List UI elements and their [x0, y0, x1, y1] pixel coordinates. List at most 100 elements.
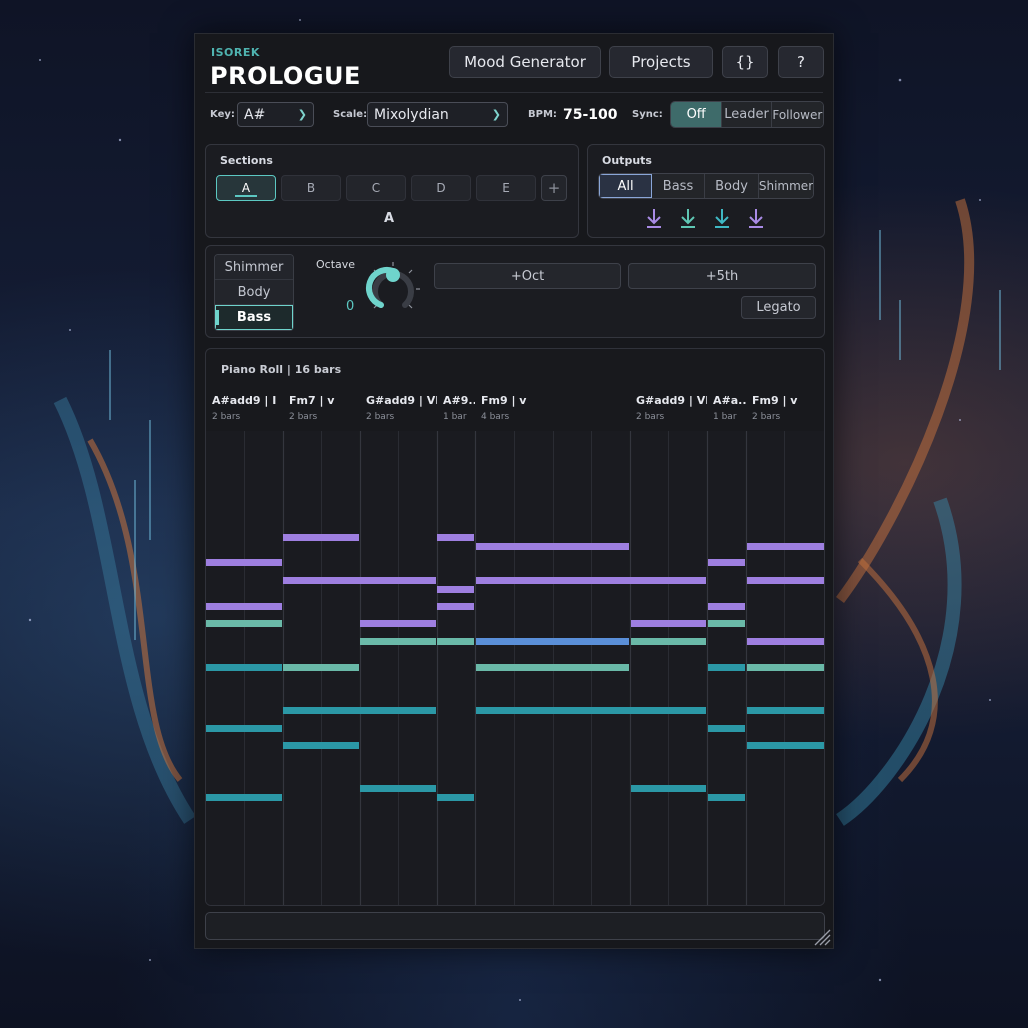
output-all-option[interactable]: All [599, 174, 652, 198]
note [747, 638, 824, 645]
status-bar [205, 912, 825, 940]
chord-label[interactable]: Fm9 | v 4 bars [475, 387, 630, 431]
help-button[interactable]: ? [778, 46, 824, 78]
chord-name: A#add9 | I [212, 394, 277, 407]
legato-button[interactable]: Legato [741, 296, 816, 319]
scale-label: Scale: [333, 109, 368, 120]
note-highlighted [476, 638, 629, 645]
note [708, 794, 745, 801]
note [437, 794, 474, 801]
chord-bars: 2 bars [636, 412, 665, 422]
chord-bars: 2 bars [752, 412, 781, 422]
note [206, 603, 282, 610]
outputs-toggle: All Bass Body Shimmer [598, 173, 814, 199]
key-label: Key: [210, 109, 235, 120]
download-all-icon[interactable] [644, 207, 664, 229]
vendor-label: ISOREK [211, 46, 260, 59]
note [283, 707, 436, 714]
mood-generator-button[interactable]: Mood Generator [449, 46, 601, 78]
note [437, 586, 474, 593]
chord-bars: 2 bars [212, 412, 241, 422]
chord-label[interactable]: G#add9 | VII 2 bars [630, 387, 707, 431]
note [283, 664, 359, 671]
note-grid[interactable] [206, 431, 825, 906]
header-divider [205, 92, 823, 93]
note [206, 794, 282, 801]
note [747, 664, 824, 671]
note [360, 785, 436, 792]
download-bass-icon[interactable] [678, 207, 698, 229]
bpm-label: BPM: [528, 109, 557, 120]
chord-label[interactable]: A#add9 | I 2 bars [206, 387, 283, 431]
piano-roll: Piano Roll | 16 bars A#add9 | I 2 bars F… [205, 348, 825, 906]
plus-fifth-button[interactable]: +5th [628, 263, 816, 289]
key-value: A# [244, 106, 266, 123]
sync-toggle: Off Leader Follower [670, 101, 824, 128]
chord-label[interactable]: Fm9 | v 2 bars [746, 387, 824, 431]
chord-label[interactable]: A#a... 1 bar [707, 387, 746, 431]
output-body-option[interactable]: Body [705, 174, 759, 198]
note [708, 559, 745, 566]
note [283, 577, 436, 584]
note [631, 620, 706, 627]
chevron-down-icon: ❯ [491, 108, 501, 121]
voice-panel: Shimmer Body Bass Octave 0 +Oct +5th Leg… [205, 245, 825, 338]
chevron-down-icon: ❯ [297, 108, 307, 121]
note [476, 664, 629, 671]
note [631, 638, 706, 645]
chord-header: A#add9 | I 2 bars Fm7 | v 2 bars G#add9 … [206, 387, 824, 431]
note [708, 620, 745, 627]
note [437, 638, 474, 645]
chord-label[interactable]: Fm7 | v 2 bars [283, 387, 360, 431]
chord-label[interactable]: G#add9 | VII 2 bars [360, 387, 437, 431]
chord-name: G#add9 | VII [636, 394, 707, 407]
note [631, 785, 706, 792]
projects-button[interactable]: Projects [609, 46, 713, 78]
chord-bars: 4 bars [481, 412, 510, 422]
sync-off-option[interactable]: Off [671, 102, 723, 127]
note [437, 603, 474, 610]
chord-name: A#9... [443, 394, 475, 407]
section-c-button[interactable]: C [346, 175, 406, 201]
key-select[interactable]: A# ❯ [237, 102, 314, 127]
chord-bars: 2 bars [289, 412, 318, 422]
voice-body-item[interactable]: Body [215, 280, 293, 305]
octave-label: Octave [316, 258, 356, 271]
sync-leader-option[interactable]: Leader [722, 102, 772, 127]
section-e-button[interactable]: E [476, 175, 536, 201]
section-d-button[interactable]: D [411, 175, 471, 201]
chord-bars: 1 bar [713, 412, 737, 422]
download-shimmer-icon[interactable] [746, 207, 766, 229]
add-section-button[interactable]: + [541, 175, 567, 201]
octave-knob[interactable] [364, 260, 422, 318]
chord-label[interactable]: A#9... 1 bar [437, 387, 475, 431]
current-section-label: A [384, 211, 395, 226]
note [476, 707, 706, 714]
note [708, 603, 745, 610]
sync-follower-option[interactable]: Follower [771, 102, 823, 127]
voice-bass-item[interactable]: Bass [215, 305, 293, 330]
note [360, 638, 436, 645]
resize-grip-icon[interactable] [813, 928, 831, 946]
note [206, 664, 282, 671]
plus-oct-button[interactable]: +Oct [434, 263, 621, 289]
note [476, 577, 706, 584]
output-bass-option[interactable]: Bass [652, 174, 705, 198]
note [206, 620, 282, 627]
chord-name: A#a... [713, 394, 746, 407]
octave-value: 0 [346, 299, 355, 314]
note [283, 742, 359, 749]
output-shimmer-option[interactable]: Shimmer [759, 174, 813, 198]
note [476, 543, 629, 550]
chord-bars: 2 bars [366, 412, 395, 422]
download-body-icon[interactable] [712, 207, 732, 229]
section-a-label: A [241, 181, 251, 195]
section-a-button[interactable]: A [216, 175, 276, 201]
plugin-window: ISOREK PROLOGUE Mood Generator Projects … [194, 33, 834, 949]
code-button[interactable]: {} [722, 46, 768, 78]
scale-select[interactable]: Mixolydian ❯ [367, 102, 508, 127]
outputs-title: Outputs [602, 154, 652, 167]
voice-shimmer-item[interactable]: Shimmer [215, 255, 293, 280]
sections-title: Sections [220, 154, 273, 167]
section-b-button[interactable]: B [281, 175, 341, 201]
